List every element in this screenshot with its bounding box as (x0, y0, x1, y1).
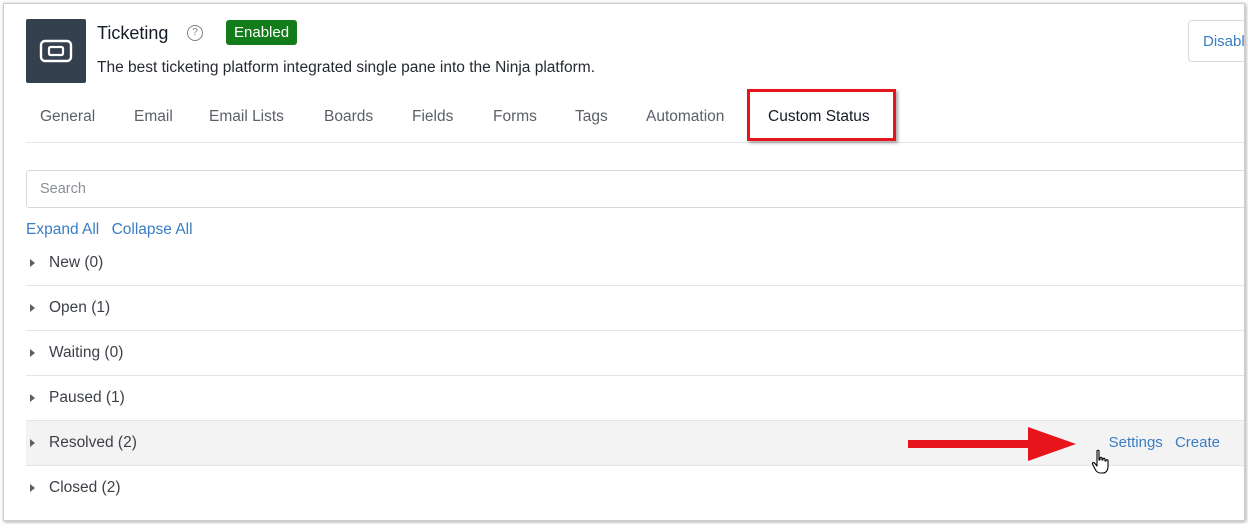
status-badge: Enabled (226, 20, 298, 45)
red-arrow-annotation (908, 427, 1076, 461)
page-subtitle: The best ticketing platform integrated s… (97, 59, 595, 76)
tab-bar: General Email Email Lists Boards Fields … (26, 88, 1244, 143)
tab-boards[interactable]: Boards (324, 88, 373, 142)
search-input[interactable] (26, 170, 1244, 208)
tab-tags[interactable]: Tags (575, 88, 608, 142)
tab-email-lists[interactable]: Email Lists (209, 88, 284, 142)
app-icon (26, 19, 86, 83)
status-row-new[interactable]: New (0) (26, 241, 1244, 286)
expand-collapse-links: Expand All Collapse All (26, 221, 201, 239)
tab-email[interactable]: Email (134, 88, 173, 142)
status-label: New (0) (49, 254, 104, 271)
settings-link[interactable]: Settings (1109, 434, 1163, 451)
status-row-paused[interactable]: Paused (1) (26, 376, 1244, 421)
hand-cursor-icon (1091, 449, 1109, 474)
status-label: Waiting (0) (49, 344, 124, 361)
page-title: Ticketing (97, 23, 169, 43)
tab-general[interactable]: General (40, 88, 95, 142)
row-actions: Settings Create (1101, 421, 1220, 465)
caret-right-icon[interactable] (30, 304, 35, 312)
tab-automation[interactable]: Automation (646, 88, 724, 142)
status-row-open[interactable]: Open (1) (26, 286, 1244, 331)
help-circle-icon[interactable]: ? (187, 25, 203, 41)
collapse-all-link[interactable]: Collapse All (112, 221, 193, 238)
tab-forms[interactable]: Forms (493, 88, 537, 142)
expand-all-link[interactable]: Expand All (26, 221, 99, 238)
disable-button[interactable]: Disable (1188, 20, 1244, 62)
status-label: Closed (2) (49, 479, 121, 496)
status-label: Paused (1) (49, 389, 125, 406)
status-row-waiting[interactable]: Waiting (0) (26, 331, 1244, 376)
app-window: Ticketing ? Enabled The best ticketing p… (3, 3, 1245, 521)
tab-highlight-box (747, 89, 896, 141)
caret-right-icon[interactable] (30, 349, 35, 357)
status-list: New (0) Open (1) Waiting (0) Paused (1) … (26, 241, 1244, 510)
tab-fields[interactable]: Fields (412, 88, 453, 142)
caret-right-icon[interactable] (30, 394, 35, 402)
status-label: Resolved (2) (49, 434, 137, 451)
create-link[interactable]: Create (1175, 434, 1220, 451)
caret-right-icon[interactable] (30, 484, 35, 492)
status-row-closed[interactable]: Closed (2) (26, 466, 1244, 510)
ticket-icon (39, 39, 73, 63)
caret-right-icon[interactable] (30, 259, 35, 267)
status-label: Open (1) (49, 299, 111, 316)
caret-right-icon[interactable] (30, 439, 35, 447)
